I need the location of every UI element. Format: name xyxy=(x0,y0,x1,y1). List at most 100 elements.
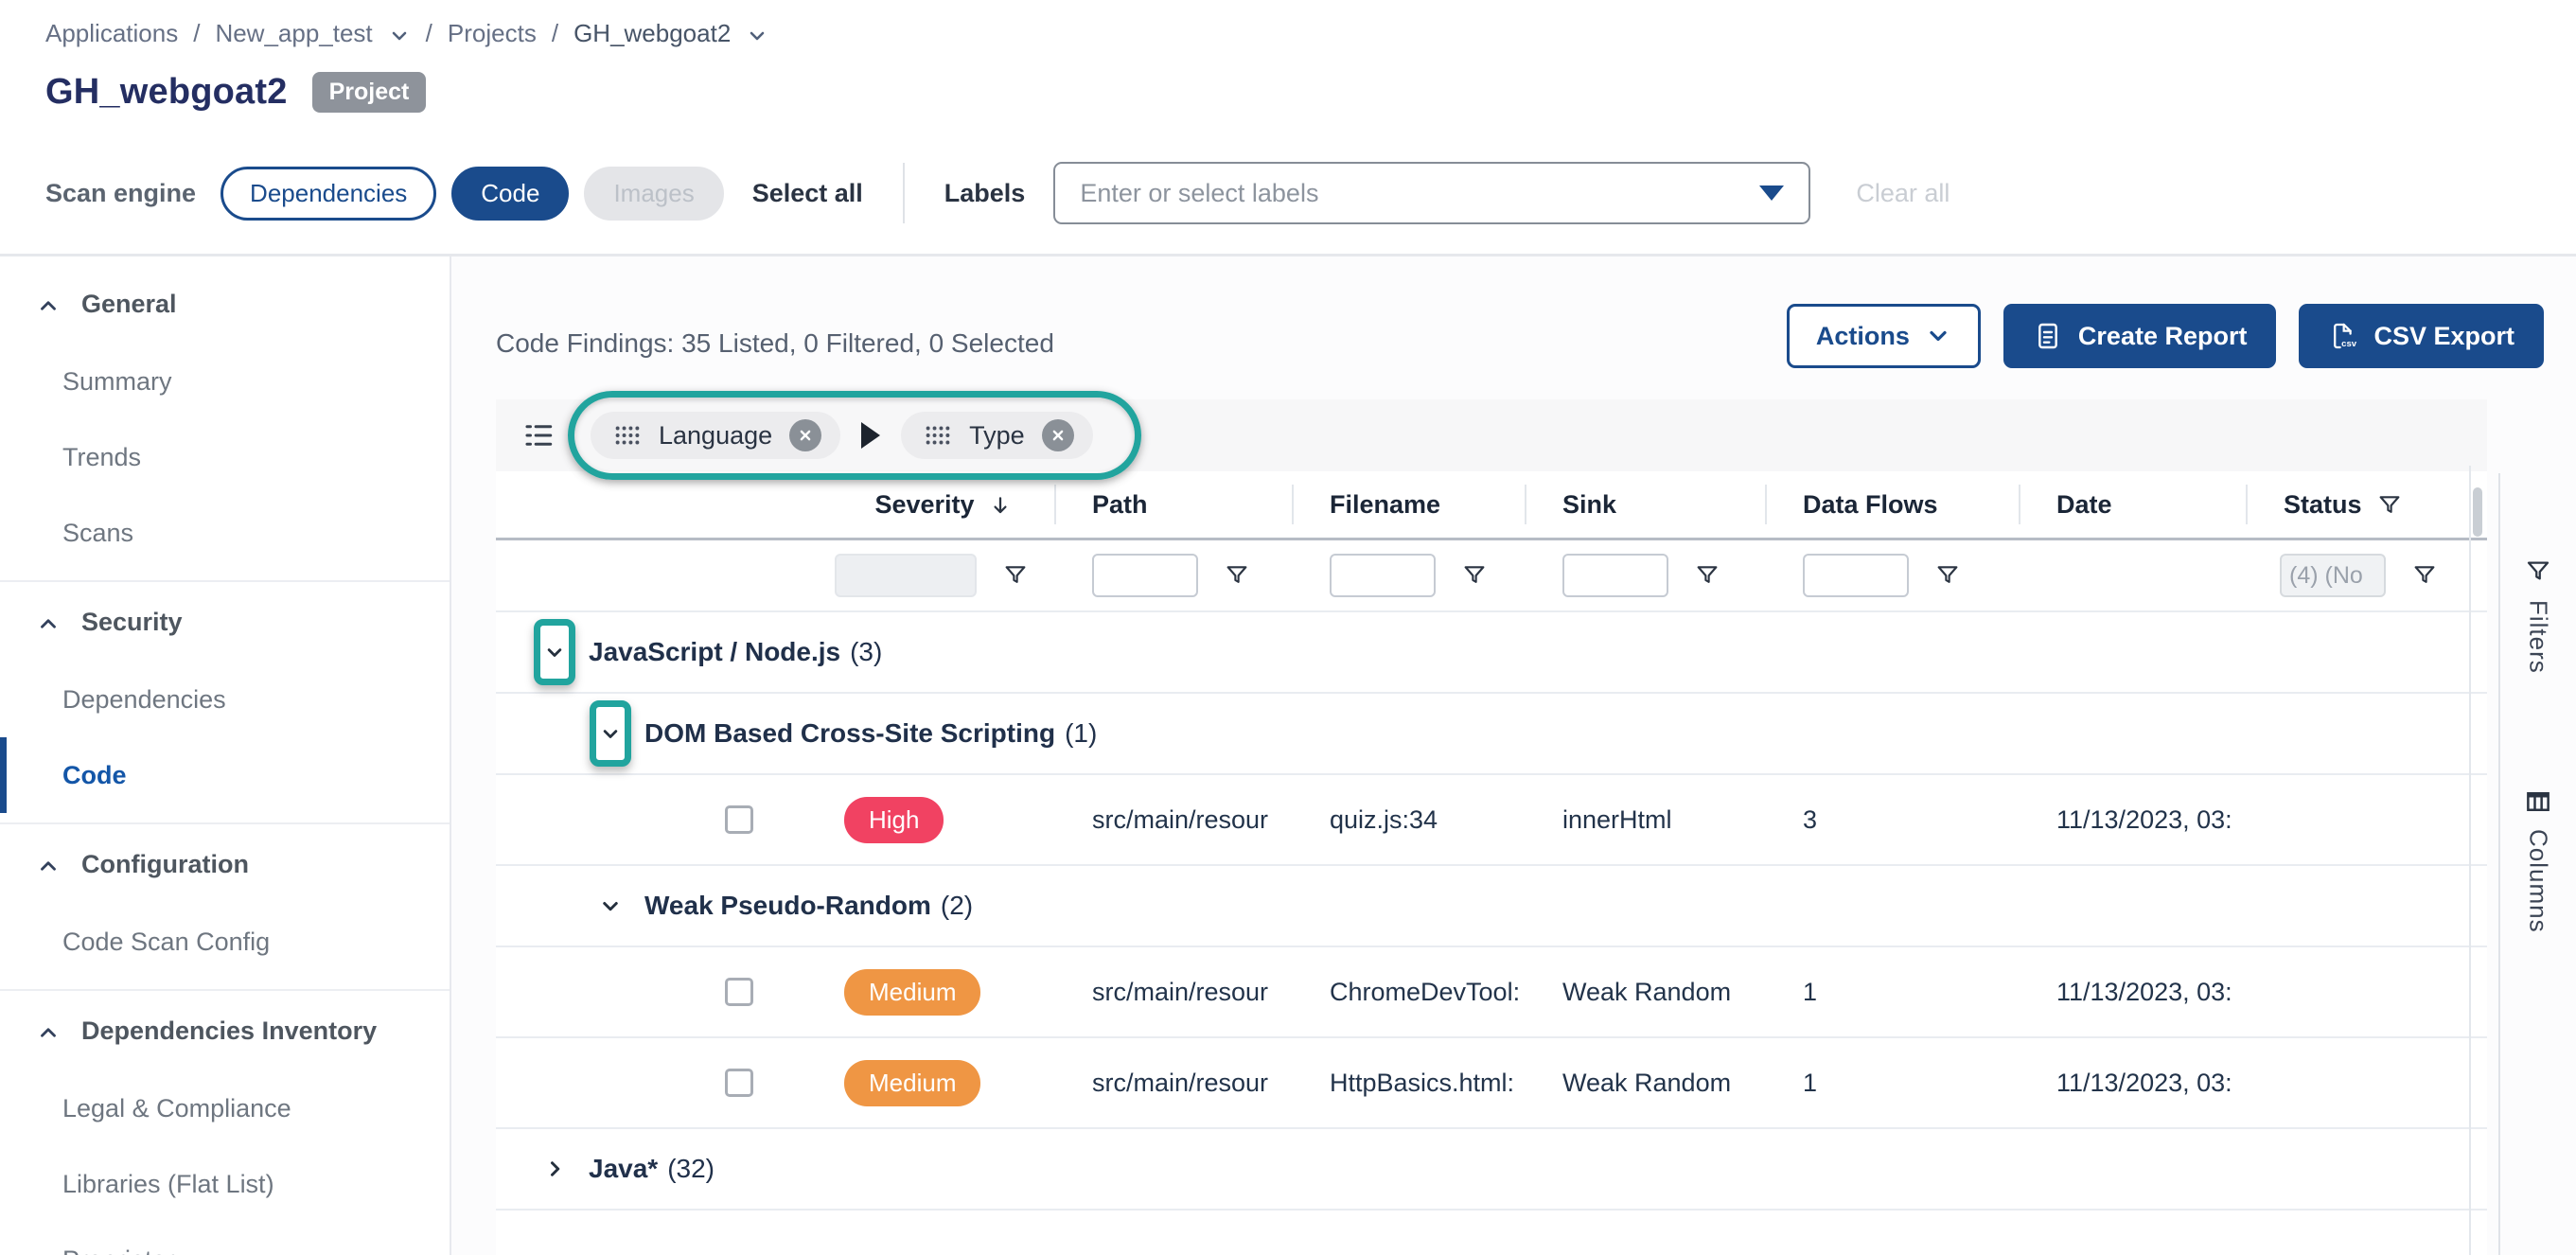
group-by-chip-type[interactable]: Type xyxy=(901,412,1093,459)
labels-input[interactable] xyxy=(1080,179,1746,208)
column-header-filename[interactable]: Filename xyxy=(1292,471,1525,538)
group-row: JavaScript / Node.js(3) xyxy=(496,612,2487,694)
tab-filters[interactable]: Filters xyxy=(2524,600,2553,674)
collapse-group-icon[interactable] xyxy=(541,639,568,665)
sidebar-section-header[interactable]: Dependencies Inventory xyxy=(0,991,450,1070)
create-report-button[interactable]: Create Report xyxy=(2003,304,2277,368)
path-filter-input[interactable] xyxy=(1092,554,1198,597)
group-label: Weak Pseudo-Random xyxy=(644,891,931,921)
csv-export-button[interactable]: csv CSV Export xyxy=(2299,304,2544,368)
filter-funnel-icon[interactable] xyxy=(1460,561,1489,590)
remove-chip-icon[interactable] xyxy=(789,419,821,451)
chevron-down-icon[interactable] xyxy=(746,25,768,47)
breadcrumb-project-name[interactable]: GH_webgoat2 xyxy=(573,19,731,48)
path-cell: src/main/resour xyxy=(1054,805,1292,835)
collapse-group-icon[interactable] xyxy=(590,885,631,927)
row-checkbox-cell xyxy=(723,978,833,1006)
row-checkbox-cell xyxy=(723,805,833,834)
collapse-group-icon[interactable] xyxy=(597,720,624,747)
date-cell: 11/13/2023, 03: xyxy=(2019,1069,2246,1098)
labels-select[interactable] xyxy=(1053,162,1810,224)
sidebar-item-code[interactable]: Code xyxy=(0,737,450,813)
severity-badge: High xyxy=(844,797,944,843)
scan-engine-images-pill[interactable]: Images xyxy=(584,167,723,221)
column-header-severity[interactable]: Severity xyxy=(833,471,1054,538)
filename-filter-input[interactable] xyxy=(1330,554,1436,597)
severity-filter-cell xyxy=(833,554,1054,597)
sink-filter-input[interactable] xyxy=(1562,554,1668,597)
sink-cell: innerHtml xyxy=(1525,805,1765,835)
sink-cell: Weak Random xyxy=(1525,1069,1765,1098)
column-label: Sink xyxy=(1562,490,1616,520)
remove-chip-icon[interactable] xyxy=(1042,419,1074,451)
group-count: (32) xyxy=(667,1154,715,1184)
sidebar-item-summary[interactable]: Summary xyxy=(0,344,450,419)
sink-cell: Weak Random xyxy=(1525,978,1765,1007)
row-checkbox[interactable] xyxy=(725,805,753,834)
filter-funnel-icon[interactable] xyxy=(2410,561,2439,590)
tab-columns[interactable]: Columns xyxy=(2524,829,2553,933)
row-checkbox[interactable] xyxy=(725,978,753,1006)
column-label: Severity xyxy=(874,490,974,520)
title-row: GH_webgoat2 Project xyxy=(45,72,426,113)
report-document-icon xyxy=(2033,321,2063,351)
clear-all-button[interactable]: Clear all xyxy=(1856,179,1950,208)
finding-row[interactable]: Mediumsrc/main/resourHttpBasics.html:Wea… xyxy=(496,1038,2487,1129)
finding-row[interactable]: Highsrc/main/resourquiz.js:34innerHtml31… xyxy=(496,775,2487,866)
sidebar-item-dependencies[interactable]: Dependencies xyxy=(0,662,450,737)
sidebar-section-header[interactable]: Configuration xyxy=(0,824,450,904)
sidebar-section-title: General xyxy=(81,290,177,319)
status-filter-value[interactable]: (4) (No xyxy=(2280,554,2386,597)
chevron-up-icon xyxy=(36,1020,61,1045)
sidebar-item-scans[interactable]: Scans xyxy=(0,495,450,571)
group-by-icon[interactable] xyxy=(522,419,555,451)
filter-funnel-icon[interactable] xyxy=(1693,561,1721,590)
expand-group-icon[interactable] xyxy=(534,1148,575,1190)
sidebar-item-libraries-flat-list-[interactable]: Libraries (Flat List) xyxy=(0,1146,450,1222)
column-header-data-flows[interactable]: Data Flows xyxy=(1765,471,2019,538)
scan-engine-code-pill[interactable]: Code xyxy=(451,167,569,221)
sidebar-item-proprietary[interactable]: Proprietary xyxy=(0,1222,450,1255)
sidebar-section-header[interactable]: General xyxy=(0,264,450,344)
sort-descending-icon[interactable] xyxy=(988,493,1013,518)
breadcrumb-applications[interactable]: Applications xyxy=(45,19,178,48)
finding-row[interactable]: Mediumsrc/main/resourChromeDevTool:Weak … xyxy=(496,947,2487,1038)
group-row: DOM Based Cross-Site Scripting(1) xyxy=(496,694,2487,775)
sidebar-item-legal-compliance[interactable]: Legal & Compliance xyxy=(0,1070,450,1146)
breadcrumb-application-name[interactable]: New_app_test xyxy=(215,19,372,48)
filter-funnel-icon[interactable] xyxy=(1001,561,1030,590)
drag-handle-icon[interactable] xyxy=(613,424,642,447)
group-by-chip-language[interactable]: Language xyxy=(591,412,840,459)
vertical-scrollbar-thumb[interactable] xyxy=(2473,487,2482,537)
column-header-sink[interactable]: Sink xyxy=(1525,471,1765,538)
csv-file-icon: csv xyxy=(2328,321,2358,351)
scan-engine-dependencies-pill[interactable]: Dependencies xyxy=(221,167,436,221)
group-count: (1) xyxy=(1065,718,1097,749)
dropdown-caret-icon[interactable] xyxy=(1759,186,1784,201)
drag-handle-icon[interactable] xyxy=(924,424,952,447)
sidebar-item-trends[interactable]: Trends xyxy=(0,419,450,495)
column-header-path[interactable]: Path xyxy=(1054,471,1292,538)
sidebar-section-header[interactable]: Security xyxy=(0,582,450,662)
sidebar-item-code-scan-config[interactable]: Code Scan Config xyxy=(0,904,450,980)
breadcrumb-projects[interactable]: Projects xyxy=(448,19,537,48)
filter-funnel-icon[interactable] xyxy=(1223,561,1251,590)
filters-funnel-icon[interactable] xyxy=(2523,557,2553,587)
data-flows-filter-input[interactable] xyxy=(1803,554,1909,597)
row-checkbox[interactable] xyxy=(725,1069,753,1097)
filter-funnel-icon[interactable] xyxy=(1933,561,1962,590)
sidebar-section-title: Dependencies Inventory xyxy=(81,1016,377,1046)
filter-applied-icon[interactable] xyxy=(2375,491,2404,520)
actions-button[interactable]: Actions xyxy=(1787,304,1981,368)
scan-engine-row: Scan engine Dependencies Code Images Sel… xyxy=(45,159,1950,227)
columns-icon[interactable] xyxy=(2524,787,2552,816)
chevron-down-icon[interactable] xyxy=(388,25,411,47)
sidebar-section: ConfigurationCode Scan Config xyxy=(0,822,450,989)
sidebar-section: SecurityDependenciesCode xyxy=(0,580,450,822)
column-header-status[interactable]: Status xyxy=(2246,471,2487,538)
breadcrumb: Applications / New_app_test / Projects /… xyxy=(45,19,768,48)
column-header-date[interactable]: Date xyxy=(2019,471,2246,538)
select-all-button[interactable]: Select all xyxy=(752,179,863,208)
table-filter-row: (4) (No xyxy=(496,540,2487,610)
path-filter-cell xyxy=(1054,554,1292,597)
